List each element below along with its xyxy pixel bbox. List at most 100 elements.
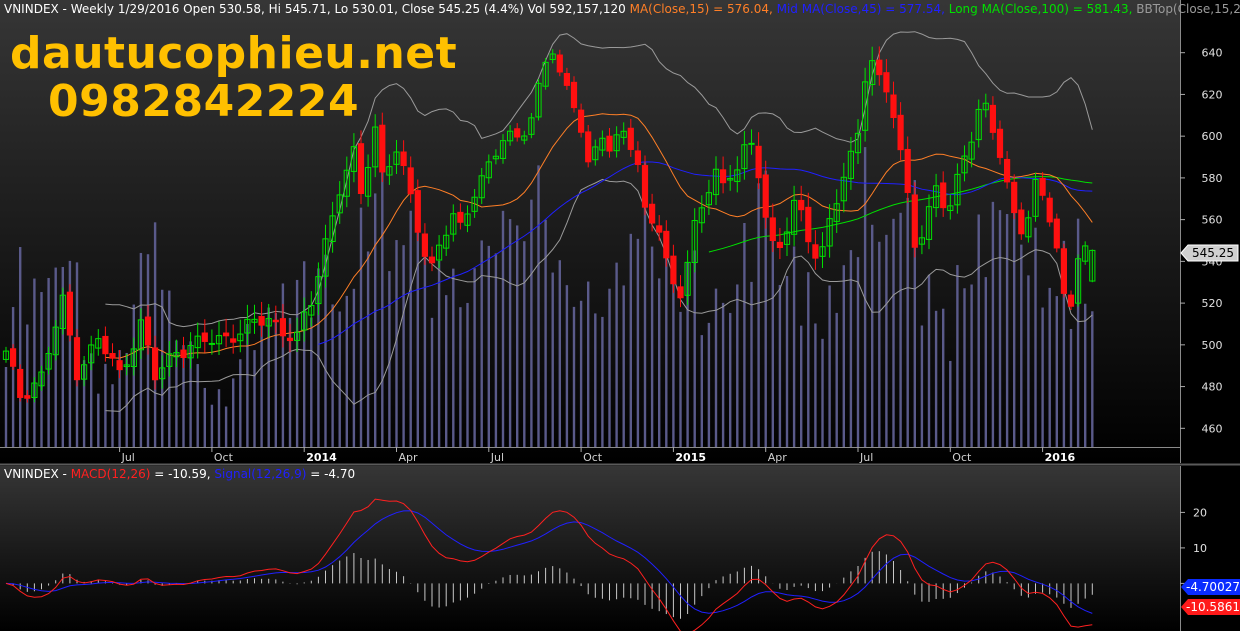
signal-value-label: -4.70027: [1186, 580, 1240, 594]
volume-bar: [1048, 287, 1051, 447]
volume-bar: [778, 284, 782, 447]
macd-header: VNINDEX - MACD(12,26) = -10.59, Signal(1…: [4, 467, 355, 481]
volume-bar: [1020, 244, 1023, 447]
volume-bar: [991, 201, 995, 447]
volume-bar: [501, 210, 505, 447]
time-tick-label: Oct: [952, 451, 972, 464]
candle-body: [641, 165, 649, 208]
candle-body: [570, 81, 578, 109]
volume-bar: [402, 245, 405, 447]
chart-root: 460 480 500 520 540 560 580 600 620 640 Jul Oct 201…: [0, 0, 1240, 631]
volume-bar: [537, 165, 540, 447]
volume-bar: [714, 288, 718, 447]
volume-bar: [452, 268, 455, 447]
volume-bar: [303, 261, 306, 447]
candle-body: [940, 182, 947, 209]
volume-bar: [374, 193, 377, 447]
volume-bar: [615, 262, 618, 447]
volume-bar: [508, 219, 512, 447]
macd-tick-label: 10: [1193, 542, 1207, 555]
candle-body: [1067, 294, 1075, 307]
candle-body: [286, 337, 294, 342]
volume-bar: [693, 250, 696, 447]
price-tick-label: 520: [1202, 297, 1223, 310]
time-tick-label: Oct: [583, 451, 603, 464]
volume-bar: [196, 364, 199, 447]
candle-body: [457, 211, 464, 223]
time-tick-label: 2015: [675, 451, 706, 464]
header-segment: VNINDEX -: [4, 467, 71, 481]
volume-bar: [700, 335, 703, 447]
volume-bar: [899, 212, 902, 447]
volume-bar: [920, 325, 924, 447]
candle-body: [73, 337, 81, 381]
volume-bar: [970, 284, 973, 447]
volume-bar: [622, 285, 625, 447]
volume-bar: [821, 338, 824, 447]
candle-body: [677, 286, 684, 299]
volume-bar: [721, 302, 725, 447]
candle-body: [10, 348, 17, 367]
price-tick-label: 480: [1202, 381, 1223, 394]
candle-body: [1046, 197, 1053, 223]
volume-bar: [409, 210, 412, 447]
volume-bar: [366, 251, 370, 447]
candle-body: [201, 332, 208, 342]
candle-body: [102, 335, 109, 355]
candle-body: [748, 142, 755, 145]
price-tick-label: 620: [1202, 88, 1223, 101]
volume-bar: [736, 284, 739, 447]
candle-body: [755, 145, 762, 179]
volume-bar: [885, 234, 888, 447]
volume-bar: [807, 272, 810, 447]
price-header: VNINDEX - Weekly 1/29/2016 Open 530.58, …: [4, 2, 1240, 16]
time-tick-label: 2016: [1045, 451, 1076, 464]
volume-bar: [310, 317, 313, 447]
header-segment: MA(Close,15) = 576.04,: [630, 2, 777, 16]
candle-body: [1039, 177, 1046, 196]
volume-bar: [729, 312, 732, 447]
volume-bar: [998, 210, 1002, 447]
volume-bar: [878, 241, 881, 447]
volume-bar: [153, 222, 157, 447]
volume-bar: [842, 265, 845, 447]
volume-bar: [579, 300, 583, 447]
volume-bar: [480, 240, 483, 447]
time-tick-label: Apr: [768, 451, 788, 464]
volume-bar: [295, 279, 299, 447]
time-tick-label: Jul: [490, 451, 504, 464]
header-segment: BBTop(Close,15,2) = 629.1: [1136, 2, 1240, 16]
candle-body: [514, 128, 521, 138]
candle-body: [798, 199, 805, 211]
candle-body: [357, 143, 365, 195]
volume-bar: [338, 311, 341, 447]
last-close-label: 545.25: [1192, 246, 1234, 260]
volume-bar: [871, 224, 874, 447]
candle-body: [223, 332, 230, 337]
volume-bar: [466, 302, 469, 447]
volume-bar: [104, 363, 107, 447]
candle-body: [1060, 248, 1068, 294]
volume-bar: [750, 281, 753, 447]
header-segment: = -4.70: [306, 467, 355, 481]
volume-bar: [494, 253, 498, 447]
volume-bar: [33, 278, 36, 447]
candle-body: [272, 319, 279, 323]
volume-bar: [331, 304, 334, 447]
time-tick-label: Apr: [399, 451, 419, 464]
volume-bar: [26, 324, 29, 447]
volume-bar: [430, 317, 434, 447]
candle-body: [883, 72, 890, 93]
volume-bar: [587, 281, 590, 447]
candle-body: [578, 109, 585, 133]
candle-body: [379, 124, 386, 173]
header-segment: Signal(12,26,9): [214, 467, 306, 481]
volume-bar: [658, 278, 661, 447]
volume-bar: [516, 225, 519, 447]
candle-body: [17, 368, 24, 398]
candle-body: [109, 353, 116, 359]
candle-body: [556, 54, 563, 73]
volume-bar: [707, 322, 711, 447]
volume-bar: [927, 274, 931, 447]
price-tick-label: 640: [1202, 47, 1223, 60]
